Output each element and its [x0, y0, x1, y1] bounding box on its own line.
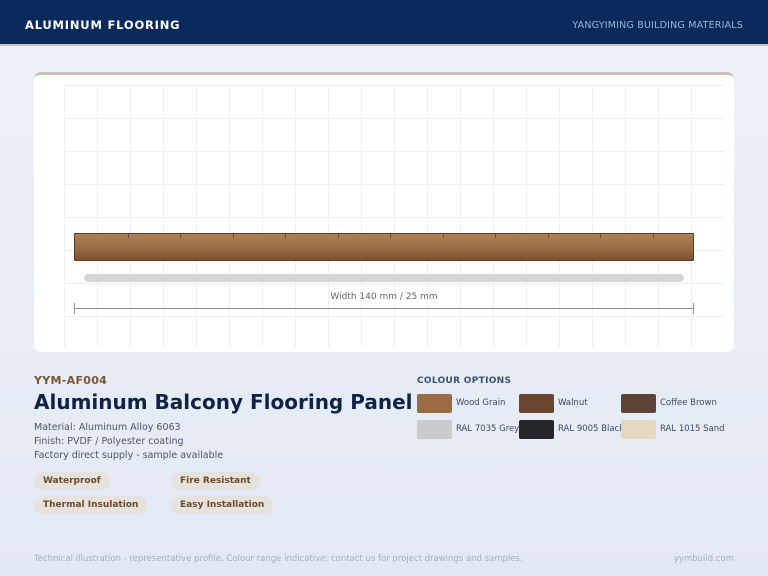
swatch-walnut[interactable] [519, 394, 554, 413]
swatch-coffee-brown[interactable] [621, 394, 656, 413]
product-title: Aluminum Balcony Flooring Panel [34, 390, 413, 414]
colour-options-heading: COLOUR OPTIONS [417, 376, 512, 386]
feature-badge-fire-resistant: Fire Resistant [171, 472, 260, 490]
dimension-line [74, 308, 694, 309]
dimension-label: Width 140 mm / 25 mm [330, 292, 438, 302]
board-groove-tick [495, 234, 496, 238]
swatch-label-ral-9005-black: RAL 9005 Black [558, 424, 625, 434]
swatch-label-coffee-brown: Coffee Brown [660, 398, 717, 408]
footer-site-link[interactable]: yymbuild.com [674, 554, 734, 564]
brand-title: ALUMINUM FLOORING [25, 18, 181, 32]
board-groove-tick [337, 234, 339, 238]
board-groove-tick [652, 234, 654, 238]
swatch-ral-9005-black[interactable] [519, 420, 554, 439]
company-name: YANGYIMING BUILDING MATERIALS [572, 20, 743, 31]
footer-note: Technical illustration - representative … [34, 554, 523, 564]
dimension-end-left [74, 303, 75, 314]
swatch-label-walnut: Walnut [558, 398, 588, 408]
board-groove-tick [547, 234, 549, 238]
spec-finish: Finish: PVDF / Polyester coating [34, 436, 184, 447]
profile-illustration-panel: Width 140 mm / 25 mm [34, 72, 734, 352]
board-shadow [84, 274, 684, 282]
feature-badge-thermal-insulation: Thermal Insulation [34, 496, 148, 514]
swatch-ral-1015-sand[interactable] [621, 420, 656, 439]
feature-badge-easy-installation: Easy Installation [171, 496, 274, 514]
board-groove-tick [127, 234, 129, 238]
swatch-label-ral-7035-grey: RAL 7035 Grey [456, 424, 520, 434]
product-specs: Material: Aluminum Alloy 6063 Finish: PV… [34, 421, 223, 463]
swatch-label-ral-1015-sand: RAL 1015 Sand [660, 424, 725, 434]
board-groove-tick [180, 234, 181, 238]
board-groove-tick [285, 234, 286, 238]
board-groove-tick [442, 234, 444, 238]
spec-supply: Factory direct supply - sample available [34, 450, 224, 461]
board-groove-tick [600, 234, 601, 238]
spec-material: Material: Aluminum Alloy 6063 [34, 422, 181, 433]
flooring-board-profile [74, 233, 694, 261]
board-groove-tick [390, 234, 391, 238]
product-code: YYM-AF004 [34, 374, 108, 387]
top-header: ALUMINUM FLOORING YANGYIMING BUILDING MA… [0, 0, 768, 46]
board-groove-tick [232, 234, 234, 238]
swatch-label-wood-grain: Wood Grain [456, 398, 506, 408]
feature-badge-waterproof: Waterproof [34, 472, 110, 490]
swatch-wood-grain[interactable] [417, 394, 452, 413]
swatch-ral-7035-grey[interactable] [417, 420, 452, 439]
dimension-end-right [693, 303, 694, 314]
